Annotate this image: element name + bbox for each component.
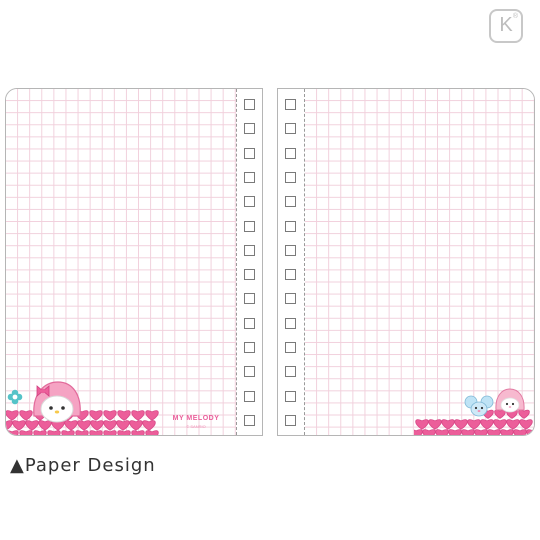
heart-shape [103,410,117,421]
heart-shape [89,410,103,421]
heart-shape [435,429,449,435]
heart-shape [131,430,145,435]
heart-shape [142,420,156,431]
store-logo: K ® [489,9,523,43]
pink-character [495,388,525,413]
heart-shape [474,429,488,435]
binder-hole [285,366,296,378]
binder-hole [244,414,255,426]
binder-hole [244,269,255,281]
binder-hole [285,99,296,110]
grid-paper [305,89,534,435]
heart-shape [506,419,520,430]
binder-hole [244,196,255,208]
heart-shape [519,419,533,430]
binder-hole [285,342,296,353]
binder-hole [244,342,255,353]
heart-shape [500,429,514,435]
binder-hole [244,244,255,256]
logo-letter: K [499,14,513,36]
heart-shape [526,429,534,435]
heart-shape [487,429,501,435]
caption-triangle-icon: ▲ [10,455,25,476]
heart-shape [428,419,442,430]
binder-hole [285,196,296,208]
binder-hole [244,317,255,329]
heart-shape [103,420,117,431]
mouse-character [464,395,494,417]
brand-name: MY MELODY [172,415,220,422]
binder-holes-column [278,89,304,435]
heart-shape [422,429,436,435]
binder-hole [244,293,255,305]
binder-hole [244,99,255,110]
heart-shape [145,430,159,435]
heart-shape [414,429,423,435]
binder-hole [285,171,296,183]
binder-hole [244,171,255,183]
binder-hole [244,220,255,232]
heart-shape [129,420,143,431]
heart-shape [19,430,33,435]
left-notebook-page: MY MELODY © SANRIO [5,88,263,436]
heart-shape [116,420,130,431]
binder-hole [244,366,255,378]
my-melody-character [33,381,81,423]
right-notebook-page [277,88,535,436]
logo-registered-mark: ® [512,13,518,20]
binder-hole [285,220,296,232]
heart-shape [6,410,19,421]
brand-copyright: © SANRIO [186,424,206,429]
brand-logo: MY MELODY © SANRIO [166,415,226,429]
heart-shape [415,419,429,430]
heart-shape [117,430,131,435]
heart-shape [493,419,507,430]
binder-hole [285,390,296,402]
blue-flower [7,389,23,405]
heart-shape [6,430,19,435]
binder-hole [285,147,296,159]
binder-holes-column [237,89,262,435]
binder-hole [285,123,296,135]
binder-hole [244,390,255,402]
heart-shape [33,430,47,435]
heart-shape [89,430,103,435]
heart-shape [131,410,145,421]
heart-shape [448,429,462,435]
binder-hole [285,293,296,305]
heart-shape [461,429,475,435]
heart-shape [117,410,131,421]
binder-hole [244,123,255,135]
binder-hole [244,147,255,159]
caption-text: Paper Design [24,455,156,476]
heart-shape [103,430,117,435]
heart-shape [47,430,61,435]
perforation-line [304,89,305,435]
heart-shape [441,419,455,430]
heart-shape [513,429,527,435]
binder-hole [285,414,296,426]
heart-shape [61,430,75,435]
caption: ▲Paper Design [10,455,156,476]
heart-shape [6,420,13,431]
heart-shape [480,419,494,430]
heart-shape [145,410,159,421]
heart-shape [90,420,104,431]
binder-hole [285,269,296,281]
heart-shape [454,419,468,430]
heart-shape [75,430,89,435]
binder-hole [285,244,296,256]
heart-shape [467,419,481,430]
binder-hole [285,317,296,329]
